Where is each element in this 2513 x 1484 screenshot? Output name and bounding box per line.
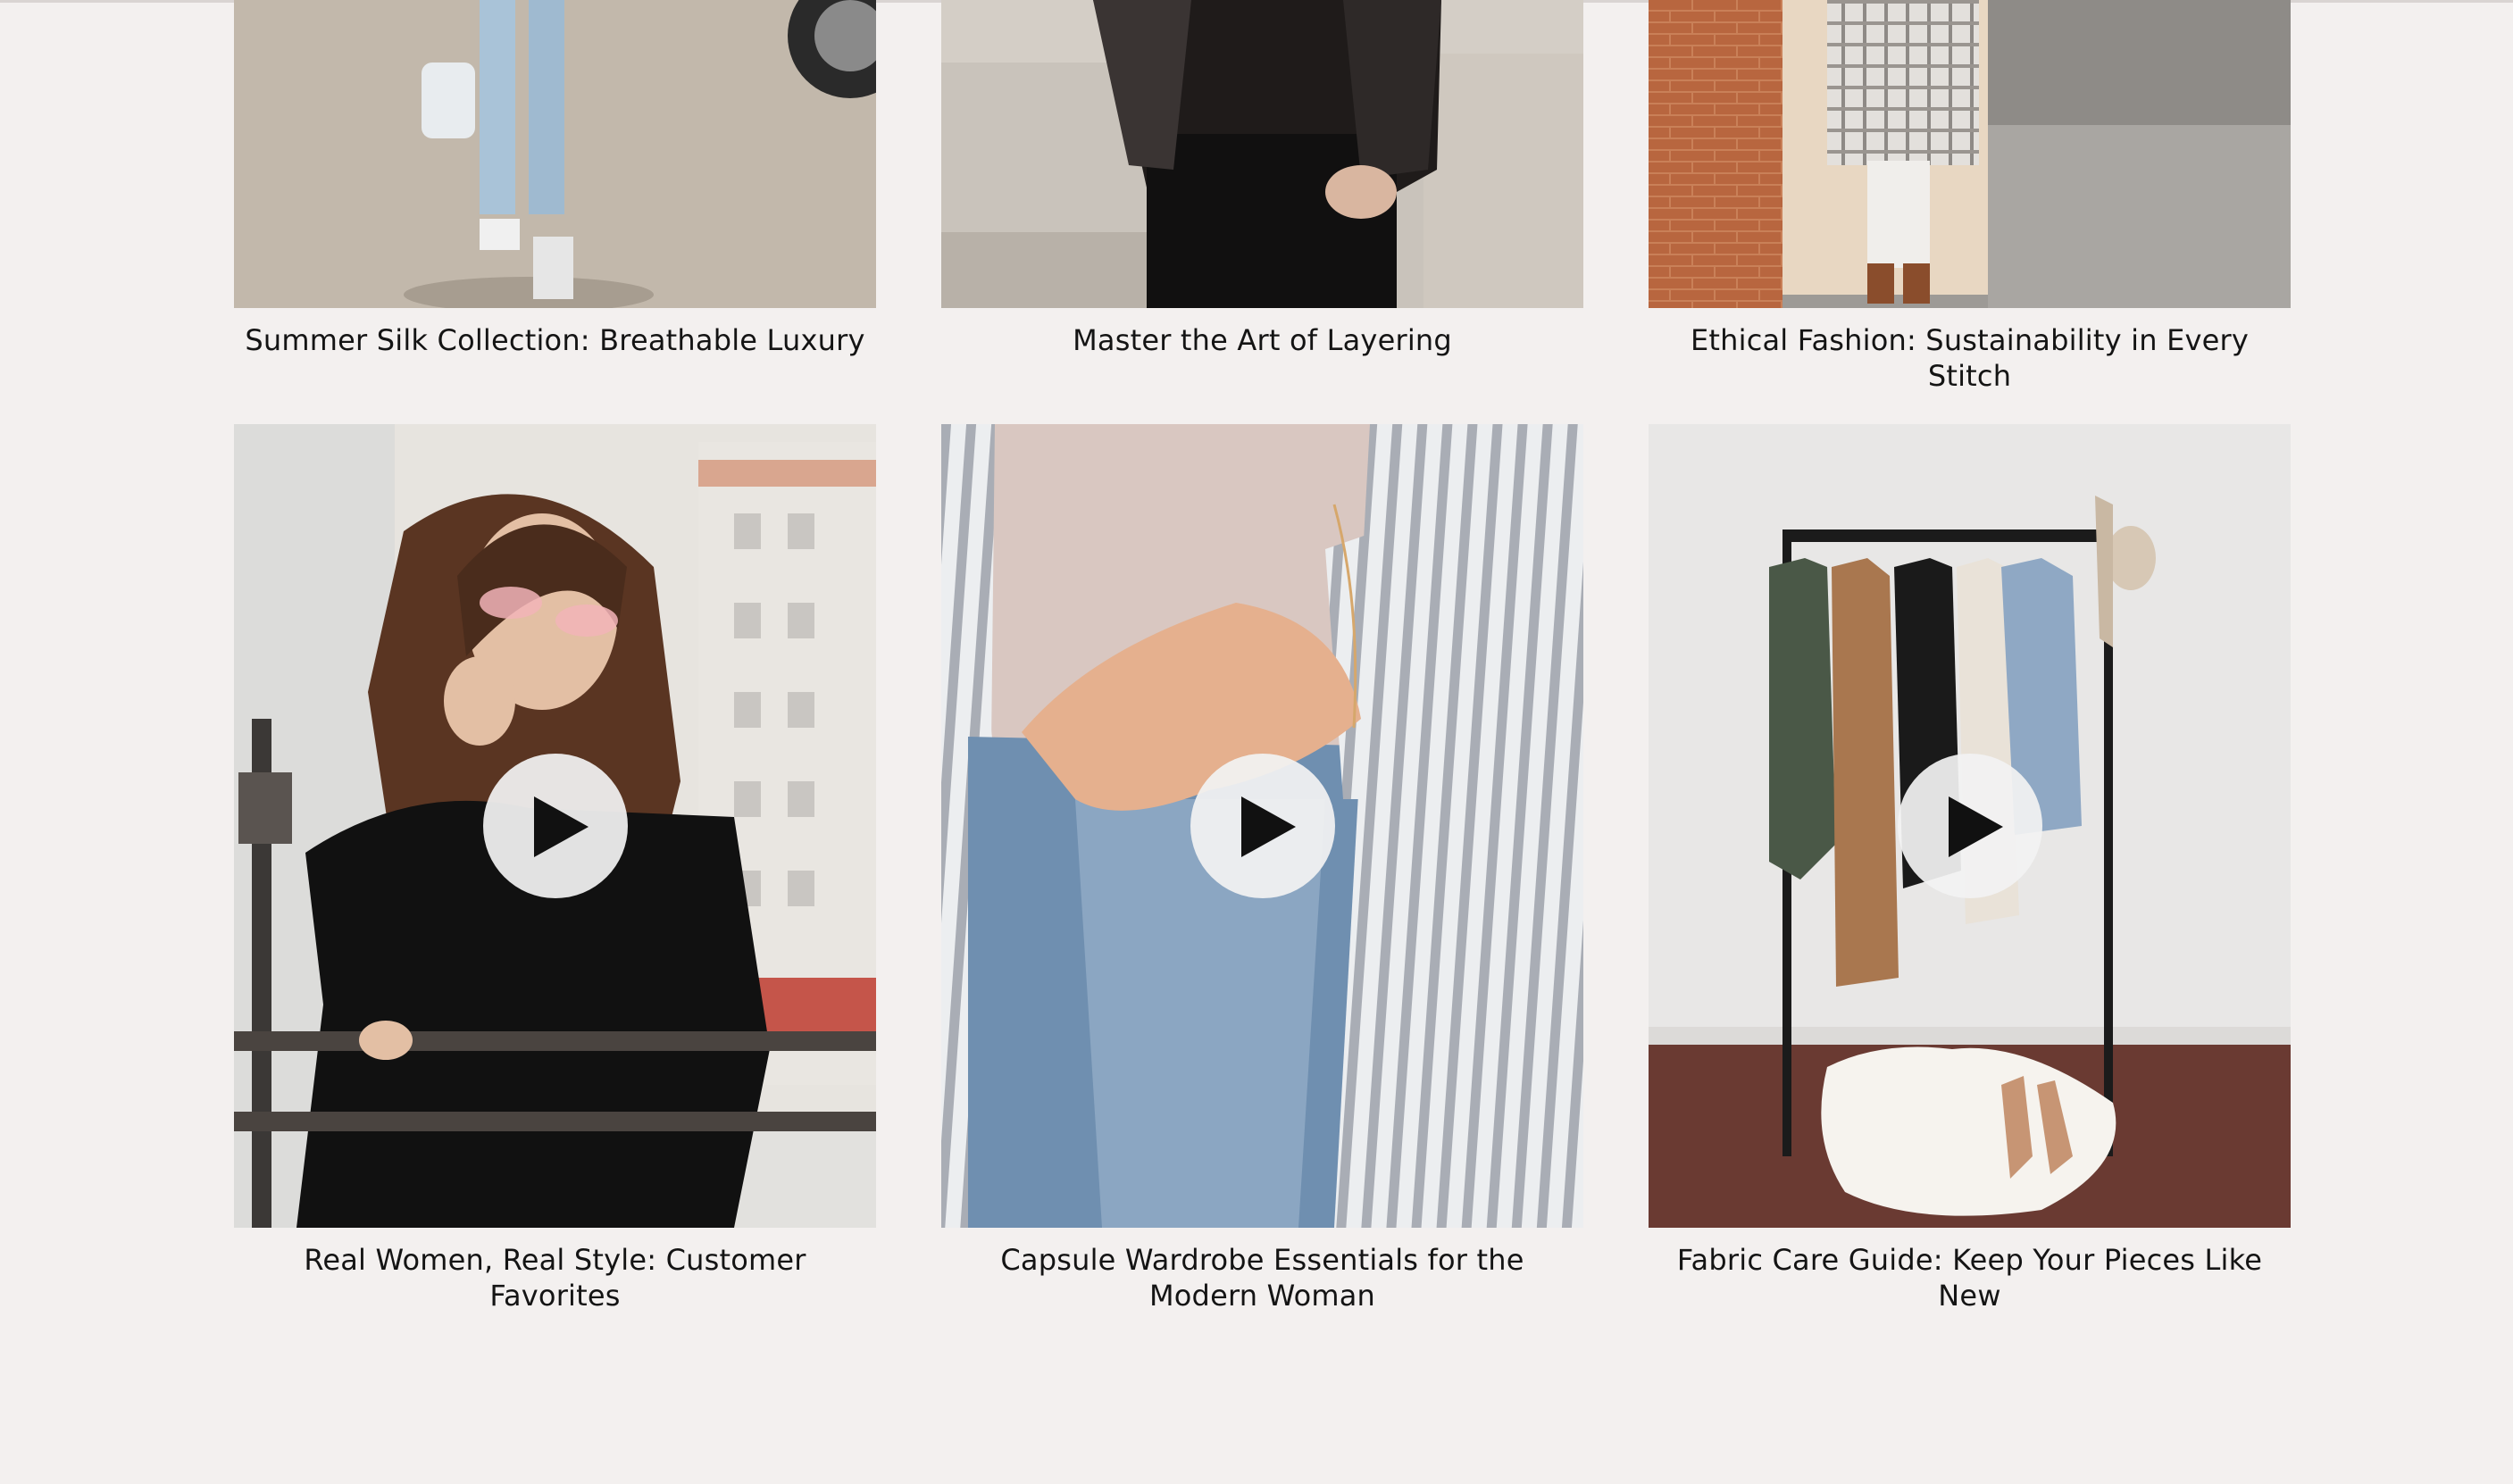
article-card-layering[interactable]: Master the Art of Layering bbox=[941, 0, 1583, 358]
photo-street-walk[interactable] bbox=[234, 0, 876, 308]
article-title[interactable]: Ethical Fashion: Sustainability in Every… bbox=[1649, 322, 2291, 394]
photo-plaid-coat[interactable] bbox=[1649, 0, 2291, 308]
play-icon bbox=[533, 796, 589, 857]
video-card-customer-favorites[interactable]: Real Women, Real Style: Customer Favorit… bbox=[234, 424, 876, 1313]
article-title[interactable]: Summer Silk Collection: Breathable Luxur… bbox=[234, 322, 876, 358]
play-button[interactable] bbox=[1897, 754, 2042, 898]
play-icon bbox=[1240, 796, 1296, 857]
video-title[interactable]: Capsule Wardrobe Essentials for the Mode… bbox=[941, 1242, 1583, 1313]
photo-clothing-rack[interactable] bbox=[1649, 424, 2291, 1228]
play-button[interactable] bbox=[482, 754, 628, 898]
video-card-capsule-wardrobe[interactable]: Capsule Wardrobe Essentials for the Mode… bbox=[941, 424, 1583, 1313]
photo-striped-shirt-jeans[interactable] bbox=[941, 424, 1583, 1228]
article-card-ethical-fashion[interactable]: Ethical Fashion: Sustainability in Every… bbox=[1649, 0, 2291, 394]
video-card-fabric-care[interactable]: Fabric Care Guide: Keep Your Pieces Like… bbox=[1649, 424, 2291, 1313]
article-card-summer-silk[interactable]: Summer Silk Collection: Breathable Luxur… bbox=[234, 0, 876, 358]
play-button[interactable] bbox=[1190, 754, 1335, 898]
play-icon bbox=[1948, 796, 2003, 857]
article-title[interactable]: Master the Art of Layering bbox=[941, 322, 1583, 358]
photo-leather-jacket[interactable] bbox=[941, 0, 1583, 308]
photo-woman-sunglasses[interactable] bbox=[234, 424, 876, 1228]
video-title[interactable]: Real Women, Real Style: Customer Favorit… bbox=[234, 1242, 876, 1313]
video-title[interactable]: Fabric Care Guide: Keep Your Pieces Like… bbox=[1649, 1242, 2291, 1313]
